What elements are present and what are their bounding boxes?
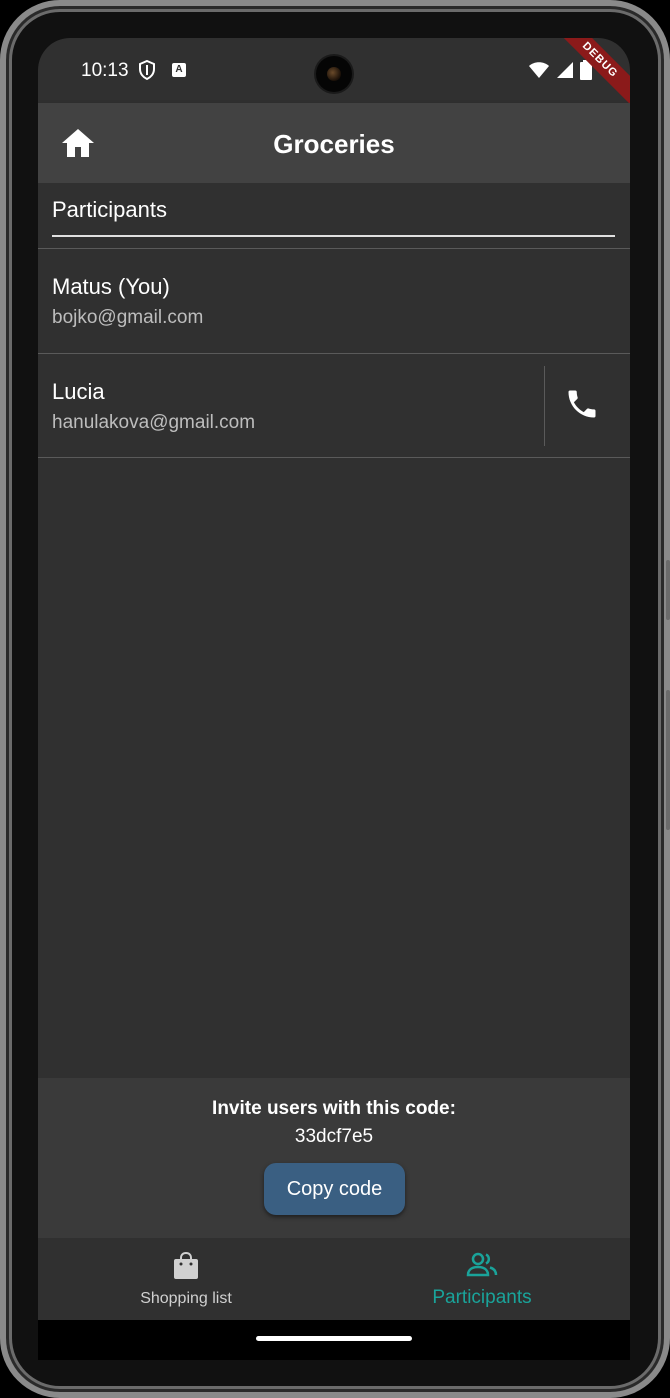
wifi-icon [528,61,550,84]
list-item[interactable]: Lucia hanulakova@gmail.com [38,354,630,458]
shield-icon [138,59,156,85]
nav-label: Participants [432,1287,532,1308]
signal-icon [556,61,574,84]
copy-code-button[interactable]: Copy code [264,1163,405,1215]
section-title: Participants [52,197,615,237]
side-button [666,560,670,620]
side-button [666,690,670,830]
participant-email: hanulakova@gmail.com [52,412,256,433]
nav-label: Shopping list [140,1290,232,1307]
gesture-area [38,1320,630,1360]
app-bar: Groceries [38,103,630,183]
call-button[interactable] [564,386,608,430]
keyboard-a-icon: A [172,63,186,77]
invite-panel: Invite users with this code: 33dcf7e5 Co… [38,1078,630,1238]
page-title: Groceries [273,129,395,159]
participant-email: bojko@gmail.com [52,307,204,328]
status-icons [528,60,592,85]
status-bar: 10:13 A DEBUG [38,38,630,110]
bottom-navigation: Shopping list Participants [38,1238,630,1320]
invite-code: 33dcf7e5 [294,1126,374,1147]
participant-name: Matus (You) [52,274,170,299]
shopping-bag-icon [38,1252,334,1282]
participant-name: Lucia [52,379,105,404]
phone-icon [564,390,600,426]
home-gesture-bar[interactable] [256,1336,412,1341]
people-icon [334,1252,630,1282]
camera-cutout [316,56,352,92]
screen: 10:13 A DEBUG Groceries Participants Mat… [38,38,630,1360]
vertical-divider [544,366,545,446]
status-time: 10:13 [81,60,129,81]
divider [38,457,630,458]
list-item[interactable]: Matus (You) bojko@gmail.com [38,249,630,353]
participants-content: Participants Matus (You) bojko@gmail.com… [38,183,630,1078]
nav-item-participants[interactable]: Participants [334,1238,630,1320]
invite-label: Invite users with this code: [212,1098,456,1119]
nav-item-shopping-list[interactable]: Shopping list [38,1238,334,1320]
